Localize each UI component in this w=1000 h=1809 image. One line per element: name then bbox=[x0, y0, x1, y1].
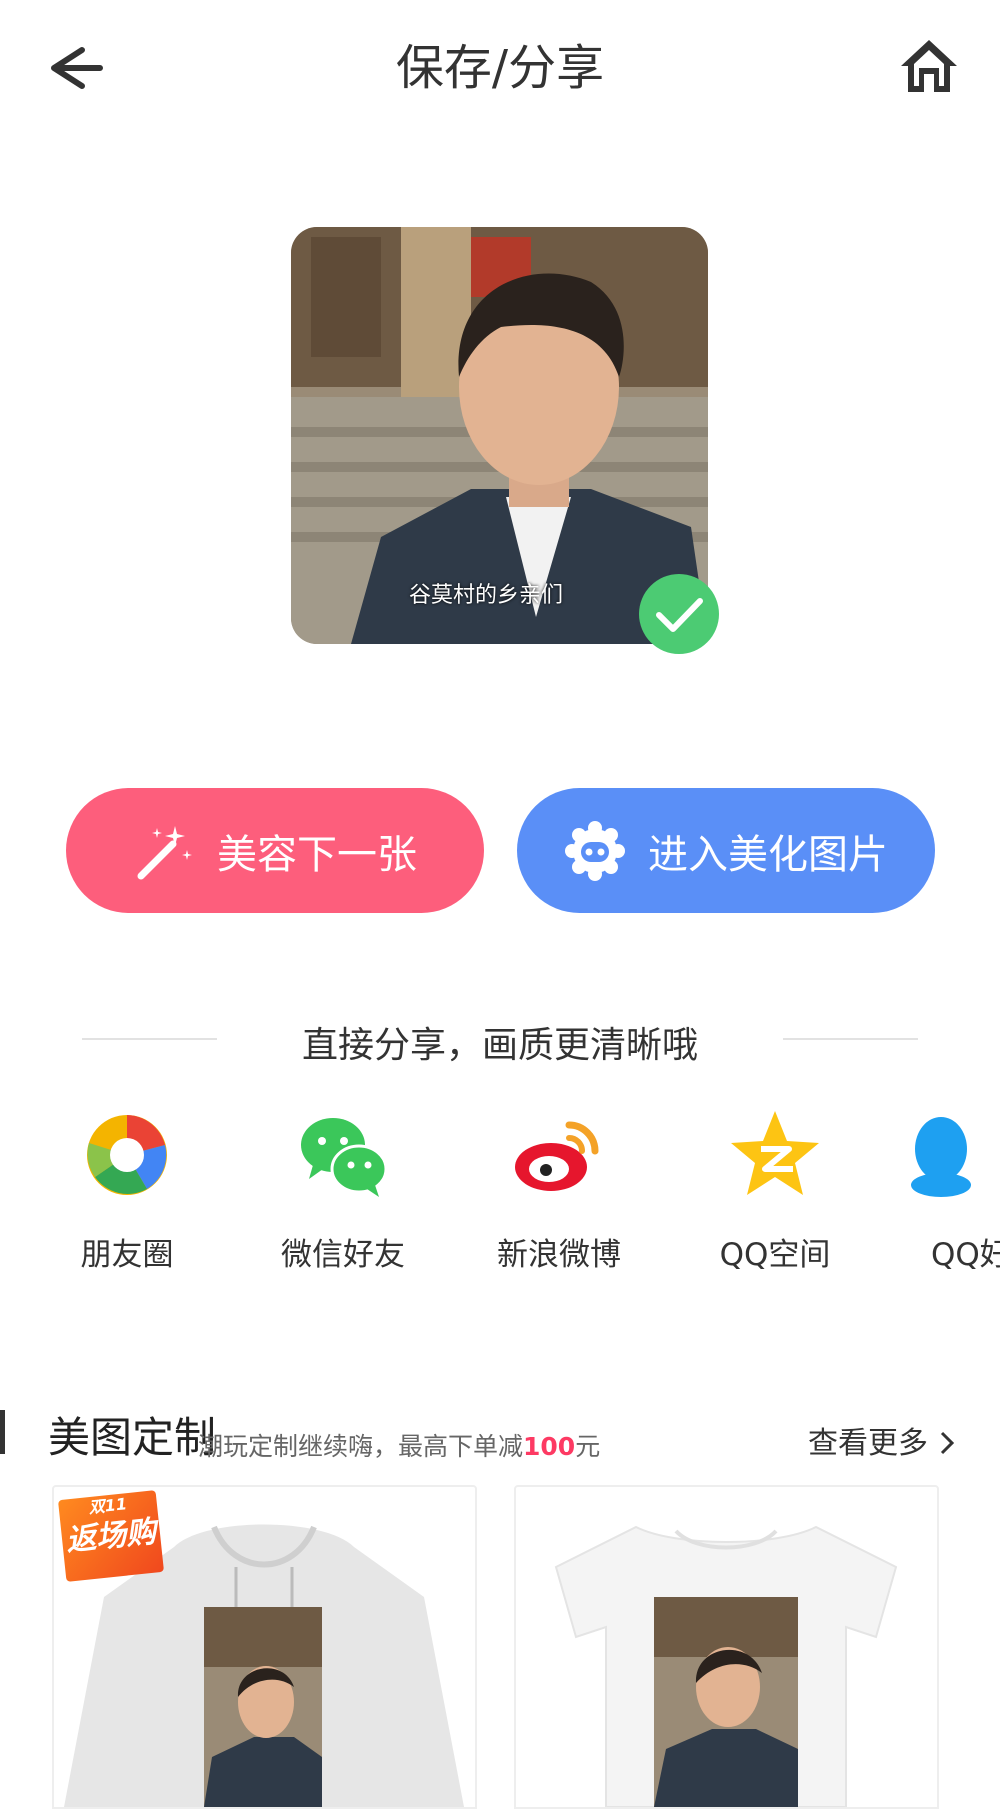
share-weibo[interactable]: 新浪微博 bbox=[459, 1105, 659, 1274]
beautify-next-button[interactable]: 美容下一张 bbox=[66, 788, 484, 913]
weibo-icon bbox=[515, 1121, 599, 1191]
page-title: 保存/分享 bbox=[395, 40, 605, 96]
checkmark-icon bbox=[637, 572, 721, 656]
share-moments[interactable]: 朋友圈 bbox=[27, 1105, 227, 1274]
subtitle-amount: 100 bbox=[523, 1432, 576, 1461]
share-wechat-friend-label: 微信好友 bbox=[281, 1237, 405, 1273]
enter-beautify-label: 进入美化图片 bbox=[648, 831, 888, 878]
moments-icon bbox=[87, 1115, 167, 1195]
chevron-right-icon bbox=[940, 1431, 954, 1455]
share-qq-friend-label: QQ好友 bbox=[931, 1237, 1000, 1273]
section-subtitle: 潮玩定制继续嗨，最高下单减100元 bbox=[198, 1427, 600, 1463]
home-icon bbox=[901, 40, 957, 92]
home-button[interactable] bbox=[898, 36, 960, 96]
share-qq-friend[interactable]: QQ好友 bbox=[891, 1105, 1000, 1274]
see-more-link[interactable]: 查看更多 bbox=[808, 1418, 956, 1462]
magic-wand-icon bbox=[137, 825, 192, 879]
tshirt-product-image bbox=[554, 1525, 898, 1807]
preview-caption: 谷莫村的乡亲们 bbox=[409, 583, 564, 608]
section-title: 美图定制 bbox=[48, 1413, 217, 1462]
share-qzone-label: QQ空间 bbox=[719, 1237, 831, 1273]
qq-penguin-icon bbox=[911, 1117, 971, 1197]
promo-badge: 双11 返场购 bbox=[57, 1490, 165, 1582]
share-heading: 直接分享，画质更清晰哦 bbox=[301, 1025, 698, 1066]
enter-beautify-button[interactable]: 进入美化图片 bbox=[517, 788, 935, 913]
product-card-hoodie[interactable]: 双11 返场购 bbox=[52, 1485, 477, 1809]
share-wechat-friend[interactable]: 微信好友 bbox=[243, 1105, 443, 1274]
share-qzone[interactable]: QQ空间 bbox=[675, 1105, 875, 1274]
section-marker bbox=[0, 1410, 5, 1454]
robot-face-icon bbox=[565, 820, 625, 881]
product-card-tshirt[interactable] bbox=[514, 1485, 939, 1809]
wechat-icon bbox=[301, 1118, 388, 1197]
see-more-label: 查看更多 bbox=[808, 1426, 928, 1461]
beautify-next-label: 美容下一张 bbox=[217, 831, 417, 878]
subtitle-text: 潮玩定制继续嗨，最高下单减 bbox=[198, 1432, 524, 1461]
subtitle-unit: 元 bbox=[575, 1432, 601, 1461]
share-moments-label: 朋友圈 bbox=[80, 1237, 174, 1273]
qzone-star-icon bbox=[731, 1111, 819, 1195]
share-weibo-label: 新浪微博 bbox=[497, 1237, 621, 1273]
